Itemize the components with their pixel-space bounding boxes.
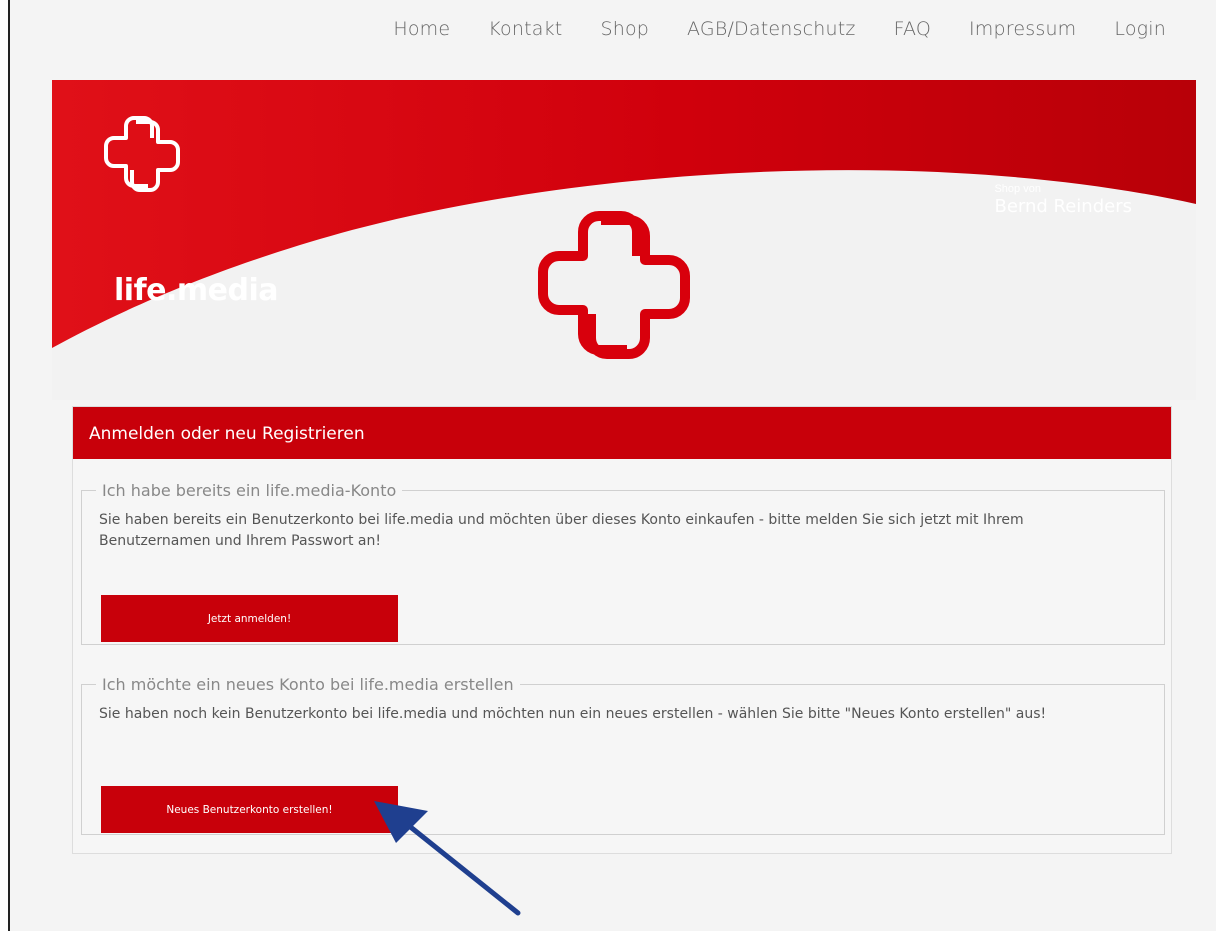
nav-kontakt[interactable]: Kontakt bbox=[488, 18, 562, 40]
shop-owner-label: Shop von Bernd Reinders bbox=[994, 183, 1132, 217]
nav-agb-datenschutz[interactable]: AGB/Datenschutz bbox=[687, 18, 856, 40]
nav-login[interactable]: Login bbox=[1114, 18, 1166, 40]
top-navigation: Home Kontakt Shop AGB/Datenschutz FAQ Im… bbox=[355, 18, 1166, 40]
nav-shop[interactable]: Shop bbox=[600, 18, 649, 40]
header-banner: life.media Shop von Bernd Reinders bbox=[52, 80, 1196, 400]
new-account-text: Sie haben noch kein Benutzerkonto bei li… bbox=[99, 706, 1047, 722]
nav-impressum[interactable]: Impressum bbox=[969, 18, 1076, 40]
login-register-panel: Anmelden oder neu Registrieren Ich habe … bbox=[72, 406, 1172, 854]
new-account-section: Ich möchte ein neues Konto bei life.medi… bbox=[81, 675, 1165, 835]
nav-faq[interactable]: FAQ bbox=[894, 18, 931, 40]
shop-owner-name: Bernd Reinders bbox=[994, 196, 1132, 217]
brand-name: life.media bbox=[114, 273, 278, 308]
nav-home[interactable]: Home bbox=[393, 18, 450, 40]
login-button[interactable]: Jetzt anmelden! bbox=[101, 595, 398, 642]
panel-title: Anmelden oder neu Registrieren bbox=[73, 407, 1171, 459]
pointer-arrow-icon bbox=[374, 801, 521, 916]
existing-account-text: Sie haben bereits ein Benutzerkonto bei … bbox=[99, 512, 1024, 549]
existing-account-section: Ich habe bereits ein life.media-Konto Si… bbox=[81, 481, 1165, 645]
banner-background bbox=[52, 80, 1196, 400]
existing-account-legend: Ich habe bereits ein life.media-Konto bbox=[102, 481, 397, 500]
shop-label-prefix: Shop von bbox=[994, 183, 1041, 195]
page-frame: Home Kontakt Shop AGB/Datenschutz FAQ Im… bbox=[8, 0, 1216, 931]
new-account-legend: Ich möchte ein neues Konto bei life.medi… bbox=[102, 675, 514, 694]
create-account-button[interactable]: Neues Benutzerkonto erstellen! bbox=[101, 786, 398, 833]
